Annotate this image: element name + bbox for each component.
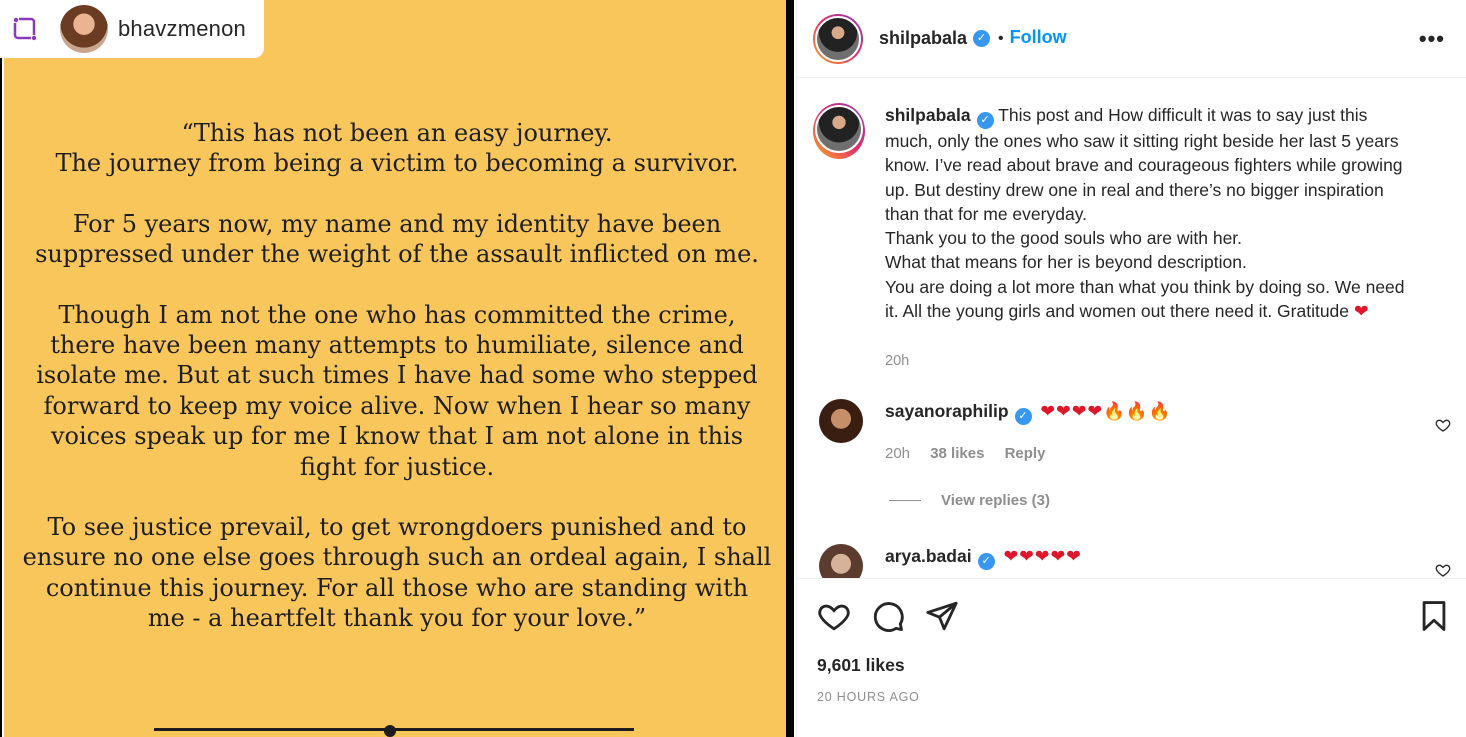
verified-badge-icon: ✓	[1014, 408, 1032, 425]
quote-line: Though I am not the one who has committe…	[58, 300, 736, 329]
quote-paragraph: “This has not been an easy journey. The …	[4, 118, 790, 179]
quote-line: me - a heartfelt thank you for your love…	[147, 604, 647, 633]
avatar[interactable]	[60, 5, 108, 53]
avatar[interactable]	[813, 13, 863, 64]
quote-text: “This has not been an easy journey. The …	[4, 118, 790, 664]
divider	[889, 500, 921, 501]
comment-body: sayanoraphilip ✓ ❤❤❤❤🔥🔥🔥 20h 38 likes Rep…	[885, 399, 1171, 466]
likes-count[interactable]: 9,601 likes	[817, 655, 905, 676]
comment-username[interactable]: sayanoraphilip	[885, 401, 1009, 421]
comments-list[interactable]: shilpabala ✓ This post and How difficult …	[797, 79, 1466, 578]
comment-body: arya.badai ✓ ❤❤❤❤❤	[885, 544, 1082, 578]
avatar[interactable]	[819, 544, 863, 578]
comment-time[interactable]: 20h	[885, 445, 910, 462]
repost-username[interactable]: bhavzmenon	[118, 16, 246, 42]
repost-credit[interactable]: bhavzmenon	[0, 0, 264, 58]
decorative-divider	[154, 725, 634, 737]
post-side-panel: shilpabala ✓ • Follow ••• shilpabala ✓ Th…	[796, 0, 1466, 737]
comment-username[interactable]: arya.badai	[885, 546, 972, 566]
post-header: shilpabala ✓ • Follow •••	[797, 0, 1466, 78]
quote-poster: “This has not been an easy journey. The …	[2, 0, 786, 737]
comment-bubble-icon[interactable]	[871, 599, 905, 633]
caption-line: than that for me everyday.	[885, 203, 1088, 224]
header-username[interactable]: shilpabala	[879, 28, 967, 49]
comment-text: ❤❤❤❤🔥🔥🔥	[1040, 401, 1172, 421]
avatar[interactable]	[819, 399, 863, 443]
quote-line: ensure no one else goes through such an …	[22, 543, 772, 572]
view-replies-label: View replies (3)	[941, 492, 1050, 509]
caption-line: know. I’ve read about brave and courageo…	[885, 155, 1403, 176]
repost-icon	[10, 14, 40, 44]
quote-line: there have been many attempts to humilia…	[50, 331, 744, 360]
comment-text: ❤❤❤❤❤	[1003, 546, 1082, 566]
paper-plane-icon[interactable]	[925, 599, 959, 633]
post-caption: shilpabala ✓ This post and How difficult …	[813, 103, 1453, 374]
heart-emoji: ❤	[1353, 301, 1369, 322]
quote-line: isolate me. But at such times I have had…	[36, 361, 758, 390]
caption-line: up. But destiny drew one in real and the…	[885, 179, 1384, 200]
comment-like-icon[interactable]	[1435, 417, 1451, 433]
divider-dot-icon	[384, 725, 396, 737]
verified-badge-icon: ✓	[973, 30, 991, 47]
caption-line: much, only the ones who saw it sitting r…	[885, 131, 1399, 151]
quote-line: forward to keep my voice alive. Now when…	[43, 391, 751, 420]
separator: •	[998, 29, 1004, 47]
verified-badge-icon: ✓	[976, 112, 994, 129]
post-timestamp[interactable]: 20 HOURS AGO	[817, 690, 920, 704]
caption-line: Thank you to the good souls who are with…	[885, 228, 1243, 249]
quote-line: “This has not been an easy journey.	[181, 119, 613, 147]
quote-line: To see justice prevail, to get wrongdoer…	[47, 513, 747, 542]
comment-meta: 20h 38 likes Reply	[885, 442, 1171, 466]
caption-line: What that means for her is beyond descri…	[885, 252, 1247, 273]
quote-paragraph: To see justice prevail, to get wrongdoer…	[4, 512, 790, 634]
quote-line: continue this journey. For all those who…	[45, 573, 749, 602]
post-actions: 9,601 likes 20 HOURS AGO	[797, 578, 1466, 737]
quote-line: For 5 years now, my name and my identity…	[72, 209, 722, 238]
quote-line: voices speak up for me I know that I am …	[50, 422, 744, 451]
comment-item: sayanoraphilip ✓ ❤❤❤❤🔥🔥🔥 20h 38 likes Rep…	[813, 399, 1453, 466]
post-media[interactable]: “This has not been an easy journey. The …	[0, 0, 794, 737]
quote-line: suppressed under the weight of the assau…	[35, 240, 759, 269]
caption-line: it. All the young girls and women out th…	[885, 301, 1350, 322]
comment-likes[interactable]: 38 likes	[930, 445, 984, 462]
follow-button[interactable]: Follow	[1010, 27, 1067, 48]
comment-item: arya.badai ✓ ❤❤❤❤❤	[813, 544, 1453, 578]
verified-badge-icon: ✓	[977, 553, 995, 570]
avatar[interactable]	[813, 103, 865, 159]
caption-line: You are doing a lot more than what you t…	[885, 276, 1405, 297]
quote-paragraph: Though I am not the one who has committe…	[4, 300, 790, 482]
caption-username[interactable]: shilpabala	[885, 105, 971, 125]
caption-line: This post and How difficult it was to sa…	[998, 105, 1368, 125]
heart-outline-icon[interactable]	[817, 599, 851, 633]
caption-body: shilpabala ✓ This post and How difficult …	[885, 103, 1445, 374]
view-replies-button[interactable]: View replies (3)	[889, 492, 1050, 509]
caption-timestamp[interactable]: 20h	[885, 349, 1445, 373]
reply-button[interactable]: Reply	[1005, 445, 1046, 462]
quote-paragraph: For 5 years now, my name and my identity…	[4, 209, 790, 270]
quote-line: The journey from being a victim to becom…	[55, 149, 739, 178]
quote-line: fight for justice.	[299, 452, 495, 481]
more-options-icon[interactable]: •••	[1419, 26, 1445, 52]
bookmark-icon[interactable]	[1417, 599, 1451, 633]
comment-like-icon[interactable]	[1435, 562, 1451, 578]
